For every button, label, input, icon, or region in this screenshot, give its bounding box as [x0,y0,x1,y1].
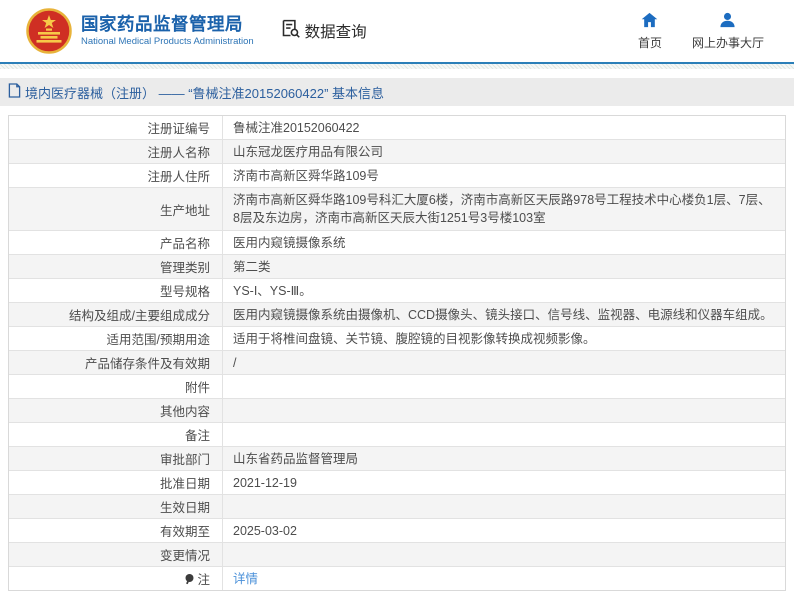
row-value [223,399,785,422]
row-value [223,375,785,398]
header-divider [0,62,794,69]
table-row: 备注 [9,423,785,447]
row-value [223,495,785,518]
page-icon [8,83,25,101]
row-label: 审批部门 [9,447,223,470]
row-label: 注册证编号 [9,116,223,139]
table-row: 注册证编号 鲁械注准20152060422 [9,116,785,140]
row-value: 医用内窥镜摄像系统由摄像机、CCD摄像头、镜头接口、信号线、监视器、电源线和仪器… [223,303,785,326]
row-value: 2025-03-02 [223,519,785,542]
row-value [223,543,785,566]
row-label: 附件 [9,375,223,398]
detail-link[interactable]: 详情 [233,570,258,588]
table-row: 生效日期 [9,495,785,519]
row-value: 第二类 [223,255,785,278]
row-label: 注册人名称 [9,140,223,163]
document-search-icon [280,18,305,44]
nav-online-hall[interactable]: 网上办事大厅 [692,12,764,51]
table-row: 结构及组成/主要组成成分 医用内窥镜摄像系统由摄像机、CCD摄像头、镜头接口、信… [9,303,785,327]
data-query-tab[interactable]: 数据查询 [280,18,367,44]
table-row: 注册人住所 济南市高新区舜华路109号 [9,164,785,188]
table-row: 审批部门 山东省药品监督管理局 [9,447,785,471]
row-label: 变更情况 [9,543,223,566]
org-title-block: 国家药品监督管理局 National Medical Products Admi… [81,15,254,48]
row-label: 有效期至 [9,519,223,542]
row-value: YS-I、YS-Ⅲ。 [223,279,785,302]
row-label: 结构及组成/主要组成成分 [9,303,223,326]
table-row: 产品储存条件及有效期 / [9,351,785,375]
org-name-cn: 国家药品监督管理局 [81,15,254,34]
row-label: 注 [9,567,223,590]
row-label: 生效日期 [9,495,223,518]
national-emblem-logo [26,8,72,54]
row-label: 备注 [9,423,223,446]
row-label: 产品储存条件及有效期 [9,351,223,374]
row-label: 生产地址 [9,188,223,230]
row-label: 产品名称 [9,231,223,254]
home-icon [641,12,658,34]
table-row: 适用范围/预期用途 适用于将椎间盘镜、关节镜、腹腔镜的目视影像转换成视频影像。 [9,327,785,351]
page-header: 国家药品监督管理局 National Medical Products Admi… [0,0,794,62]
table-row: 其他内容 [9,399,785,423]
nav-home-label: 首页 [638,34,662,51]
breadcrumb: 境内医疗器械（注册） —— “鲁械注准20152060422” 基本信息 [0,78,794,106]
row-value: 济南市高新区舜华路109号 [223,164,785,187]
registration-info-table: 注册证编号 鲁械注准20152060422 注册人名称 山东冠龙医疗用品有限公司… [8,115,786,591]
row-value: 山东省药品监督管理局 [223,447,785,470]
table-row: 型号规格 YS-I、YS-Ⅲ。 [9,279,785,303]
table-row: 批准日期 2021-12-19 [9,471,785,495]
nav-online-hall-label: 网上办事大厅 [692,34,764,51]
table-row: 生产地址 济南市高新区舜华路109号科汇大厦6楼，济南市高新区天辰路978号工程… [9,188,785,231]
row-value: 鲁械注准20152060422 [223,116,785,139]
row-value: 医用内窥镜摄像系统 [223,231,785,254]
row-value: 详情 [223,567,785,590]
table-row: 产品名称 医用内窥镜摄像系统 [9,231,785,255]
header-nav: 首页 网上办事大厅 [638,12,764,51]
user-icon [719,12,736,34]
row-label: 批准日期 [9,471,223,494]
data-query-label: 数据查询 [305,20,367,42]
row-value: / [223,351,785,374]
row-label-text: 注 [197,569,210,588]
row-label: 注册人住所 [9,164,223,187]
org-name-en: National Medical Products Administration [81,37,254,47]
table-row: 注册人名称 山东冠龙医疗用品有限公司 [9,140,785,164]
row-label: 型号规格 [9,279,223,302]
row-value: 2021-12-19 [223,471,785,494]
row-value [223,423,785,446]
row-value: 济南市高新区舜华路109号科汇大厦6楼，济南市高新区天辰路978号工程技术中心楼… [223,188,785,230]
nav-home[interactable]: 首页 [638,12,662,51]
row-value: 山东冠龙医疗用品有限公司 [223,140,785,163]
table-row: 变更情况 [9,543,785,567]
table-row: 有效期至 2025-03-02 [9,519,785,543]
table-row: 管理类别 第二类 [9,255,785,279]
row-value: 适用于将椎间盘镜、关节镜、腹腔镜的目视影像转换成视频影像。 [223,327,785,350]
row-label: 适用范围/预期用途 [9,327,223,350]
table-row: 附件 [9,375,785,399]
row-label: 管理类别 [9,255,223,278]
breadcrumb-text: 境内医疗器械（注册） —— “鲁械注准20152060422” 基本信息 [25,83,384,102]
table-row-note: 注 详情 [9,567,785,590]
row-label: 其他内容 [9,399,223,422]
